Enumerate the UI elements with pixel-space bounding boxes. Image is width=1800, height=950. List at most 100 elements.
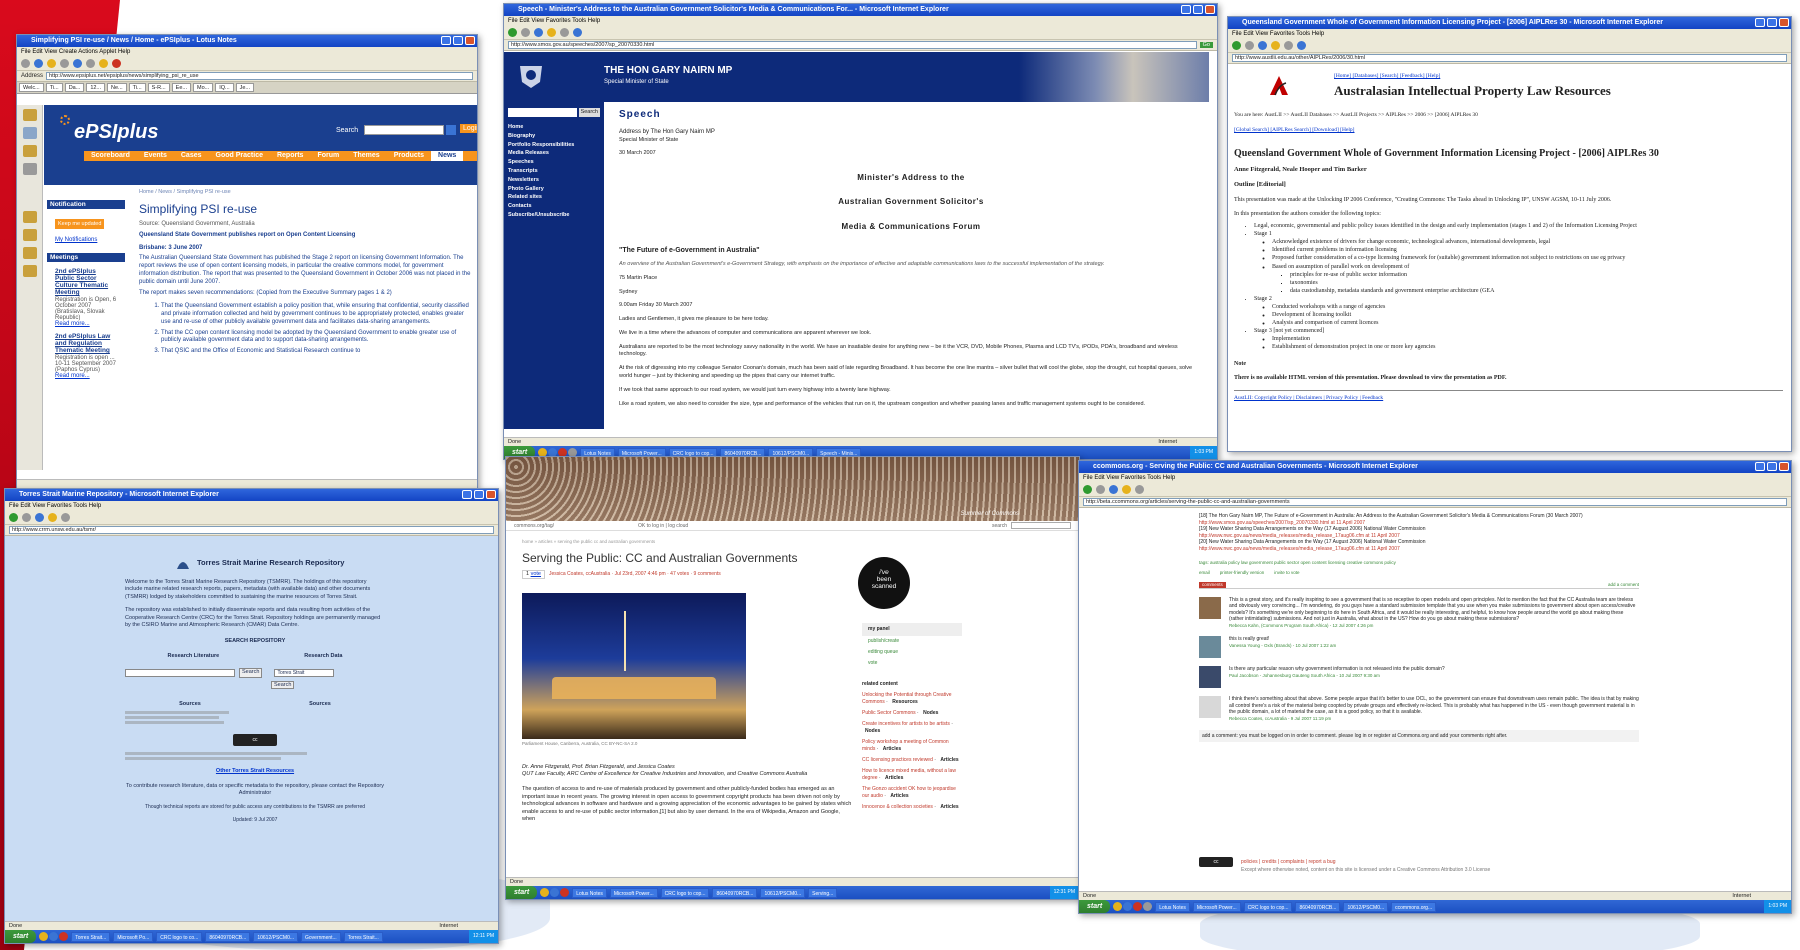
printer-friendly-link[interactable]: printer-friendly version xyxy=(1220,570,1265,576)
close-button[interactable] xyxy=(465,36,475,45)
nav-link[interactable]: Portfolio Responsibilities xyxy=(508,141,600,150)
vote-box[interactable]: 1 vote xyxy=(522,570,545,580)
related-item[interactable]: Create incentives for artists to be arti… xyxy=(862,721,962,735)
nav-link[interactable]: Biography xyxy=(508,132,600,141)
nav-link[interactable]: Home xyxy=(508,123,600,132)
panel-link[interactable]: publish/create xyxy=(862,636,962,647)
add-comment-link[interactable]: add a comment xyxy=(1608,582,1639,588)
favorites-icon[interactable] xyxy=(1122,485,1131,494)
toolbar-icon[interactable] xyxy=(86,59,95,68)
taskbar-item[interactable]: CRC logo to cop... xyxy=(1243,901,1293,912)
nav-link[interactable]: Contacts xyxy=(508,202,600,211)
toolbar-icon[interactable] xyxy=(21,59,30,68)
database-icon[interactable] xyxy=(23,247,37,259)
minimize-button[interactable] xyxy=(462,490,472,499)
data-search-button[interactable]: Search xyxy=(271,680,295,689)
toolbar-icon[interactable] xyxy=(112,59,121,68)
panel-link[interactable]: editing queue xyxy=(862,647,962,658)
maximize-button[interactable] xyxy=(1767,18,1777,27)
related-link[interactable]: Innocence & collection societies xyxy=(862,804,933,810)
literature-search-button[interactable]: Search xyxy=(239,668,263,678)
toolbar-icon[interactable] xyxy=(73,59,82,68)
nav-item[interactable]: Themes xyxy=(346,151,386,161)
taskbar-item[interactable]: 10612/PSCM0... xyxy=(760,887,806,898)
toolbar-icon[interactable] xyxy=(34,59,43,68)
top-links[interactable]: [Home] [Databases] [Search] [Feedback] [… xyxy=(1334,73,1783,80)
related-link[interactable]: Policy workshop a meeting of Common mind… xyxy=(862,739,949,752)
panel-link[interactable]: vote xyxy=(862,658,962,669)
nav-link[interactable]: Newsletters xyxy=(508,176,600,185)
close-button[interactable] xyxy=(1205,5,1215,14)
reference-line[interactable]: http://www.nwc.gov.au/news/media_release… xyxy=(1199,546,1639,553)
toolbar-icon[interactable] xyxy=(99,59,108,68)
nav-item[interactable]: News xyxy=(431,151,464,161)
close-button[interactable] xyxy=(1779,18,1789,27)
taskbar-item[interactable]: Torres Strait... xyxy=(343,931,383,942)
tab[interactable]: Ti... xyxy=(45,83,63,92)
taskbar-item[interactable]: Government... xyxy=(301,931,341,942)
start-button[interactable]: start xyxy=(5,930,37,943)
search-links[interactable]: [Global Search] [AIPLRes Search] [Downlo… xyxy=(1234,127,1783,134)
epsiplus-logo[interactable]: ePSIplus xyxy=(74,121,158,144)
address-input[interactable]: http://www.smos.gov.au/speeches/2007/sp_… xyxy=(508,41,1197,49)
favorites-icon[interactable] xyxy=(48,513,57,522)
article-tags[interactable]: tags: australia policy law government pu… xyxy=(1199,560,1639,566)
taskbar-item[interactable]: 86040970RCB... xyxy=(1295,901,1341,912)
related-item[interactable]: CC licensing practices reviewed · Articl… xyxy=(862,757,962,764)
back-icon[interactable] xyxy=(9,513,18,522)
nav-link[interactable]: Speeches xyxy=(508,158,600,167)
todo-icon[interactable] xyxy=(23,163,37,175)
breadcrumb[interactable]: You are here: AustLII >> AustLII Databas… xyxy=(1234,112,1783,119)
forward-icon[interactable] xyxy=(1096,485,1105,494)
tab[interactable]: Da... xyxy=(64,83,85,92)
media-icon[interactable] xyxy=(1135,485,1144,494)
nav-item[interactable]: Cases xyxy=(174,151,209,161)
taskbar-item[interactable]: Microsoft Power... xyxy=(609,887,658,898)
search-input[interactable] xyxy=(1011,522,1071,529)
minimize-button[interactable] xyxy=(441,36,451,45)
maximize-button[interactable] xyxy=(1193,5,1203,14)
taskbar-item[interactable]: CRC logo to cop... xyxy=(660,887,710,898)
mail-icon[interactable] xyxy=(573,28,582,37)
taskbar-item[interactable]: ccommons.org... xyxy=(1391,901,1437,912)
search-input[interactable] xyxy=(364,125,444,135)
favorites-icon[interactable] xyxy=(547,28,556,37)
maximize-button[interactable] xyxy=(474,490,484,499)
favorites-icon[interactable] xyxy=(1271,41,1280,50)
close-button[interactable] xyxy=(486,490,496,499)
mail-icon[interactable] xyxy=(23,109,37,121)
tab[interactable]: Ee... xyxy=(171,83,191,92)
minimize-button[interactable] xyxy=(1755,462,1765,471)
go-button[interactable]: Go xyxy=(1199,42,1213,48)
address-input[interactable]: http://www.austlii.edu.au/other/AIPLRes/… xyxy=(1232,54,1787,62)
tab[interactable]: S-R... xyxy=(147,83,170,92)
related-link[interactable]: CC licensing practices reviewed xyxy=(862,757,933,763)
refresh-icon[interactable] xyxy=(1109,485,1118,494)
related-link[interactable]: Public Sector Commons xyxy=(862,710,916,716)
breadcrumb[interactable]: Home / News / Simplifying PSI re-use xyxy=(139,189,471,196)
tab[interactable]: 12... xyxy=(86,83,106,92)
address-input[interactable]: http://www.epsiplus.net/epsiplus/news/si… xyxy=(46,72,473,80)
related-link[interactable]: How to licence mixed media, without a la… xyxy=(862,768,956,781)
related-item[interactable]: Unlocking the Potential through Creative… xyxy=(862,692,962,706)
search-button[interactable]: Search xyxy=(578,108,600,117)
refresh-icon[interactable] xyxy=(1258,41,1267,50)
breadcrumb[interactable]: home » articles » serving the public cc … xyxy=(522,539,852,545)
back-icon[interactable] xyxy=(508,28,517,37)
menu-bar[interactable]: File Edit View Favorites Tools Help xyxy=(5,501,498,511)
tab[interactable]: Ti... xyxy=(128,83,146,92)
taskbar-item[interactable]: CRC logo to co... xyxy=(156,931,203,942)
footer-links[interactable]: AustLII: Copyright Policy | Disclaimers … xyxy=(1234,395,1783,402)
search-go-button[interactable] xyxy=(446,125,456,135)
back-icon[interactable] xyxy=(1232,41,1241,50)
start-button[interactable]: start xyxy=(1079,900,1111,913)
taskbar-item[interactable]: Microsoft Po... xyxy=(113,931,154,942)
maximize-button[interactable] xyxy=(1767,462,1777,471)
tab[interactable]: IQ... xyxy=(215,83,234,92)
taskbar-item[interactable]: 86040970RCB... xyxy=(205,931,251,942)
related-item[interactable]: Innocence & collection societies · Artic… xyxy=(862,804,962,811)
meeting-title-link[interactable]: 2nd ePSIplus Law and Regulation Thematic… xyxy=(55,333,117,354)
nav-link[interactable]: Related sites xyxy=(508,193,600,202)
login-button[interactable]: Login xyxy=(460,124,477,133)
mail-icon[interactable] xyxy=(1297,41,1306,50)
